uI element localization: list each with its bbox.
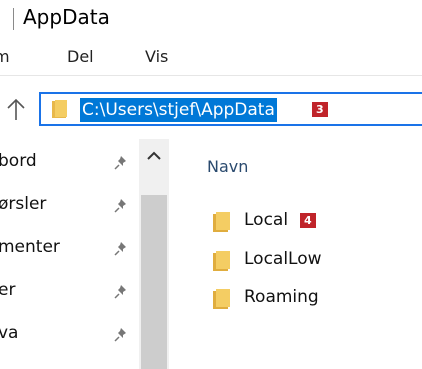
pin-icon[interactable] (112, 283, 130, 301)
window-title: AppData (23, 5, 110, 29)
scroll-thumb[interactable] (141, 195, 167, 369)
file-row-roaming[interactable]: Roaming (210, 284, 410, 314)
pin-icon[interactable] (112, 197, 130, 215)
file-row-local[interactable]: Local 4 (210, 207, 410, 237)
annotation-badge: 4 (300, 213, 316, 228)
file-name: Roaming (244, 287, 319, 307)
nav-item-quick-access-5[interactable]: va (0, 320, 136, 350)
file-name: Local (244, 210, 289, 230)
pin-icon[interactable] (112, 326, 130, 344)
title-bar: AppData (0, 0, 422, 38)
tab-vis[interactable]: Vis (145, 47, 168, 66)
address-bar[interactable]: C:\Users\stjef\AppData 3 (39, 92, 422, 126)
scroll-up-button[interactable] (139, 139, 169, 179)
ribbon-tabs: m Del Vis (0, 38, 422, 76)
nav-scrollbar[interactable] (139, 139, 169, 369)
folder-icon (213, 251, 230, 271)
title-separator (13, 8, 14, 30)
address-path-text[interactable]: C:\Users\stjef\AppData (80, 98, 277, 122)
file-row-locallow[interactable]: LocalLow (210, 246, 410, 276)
nav-item-label: va (0, 323, 19, 343)
folder-icon (52, 100, 67, 118)
annotation-badge: 3 (312, 102, 328, 117)
tab-del[interactable]: Del (67, 47, 94, 66)
nav-item-quick-access-4[interactable]: er (0, 277, 136, 307)
up-arrow-icon[interactable] (5, 97, 27, 121)
nav-item-quick-access-2[interactable]: ørsler (0, 191, 136, 221)
file-list-pane: Navn Local 4 LocalLow Roaming (170, 139, 422, 369)
folder-icon (213, 289, 230, 309)
nav-item-label: ørsler (0, 194, 47, 214)
nav-item-label: bord (0, 151, 37, 171)
file-name: LocalLow (244, 249, 322, 269)
nav-item-label: menter (0, 237, 60, 257)
nav-item-label: er (0, 280, 16, 300)
chevron-up-icon (147, 151, 161, 160)
address-row: C:\Users\stjef\AppData 3 (0, 77, 422, 139)
tab-start[interactable]: m (0, 47, 10, 66)
pin-icon[interactable] (112, 240, 130, 258)
pin-icon[interactable] (112, 154, 130, 172)
column-header-name[interactable]: Navn (207, 157, 248, 176)
nav-item-quick-access-1[interactable]: bord (0, 148, 136, 178)
nav-item-quick-access-3[interactable]: menter (0, 234, 136, 264)
folder-icon (213, 212, 230, 232)
